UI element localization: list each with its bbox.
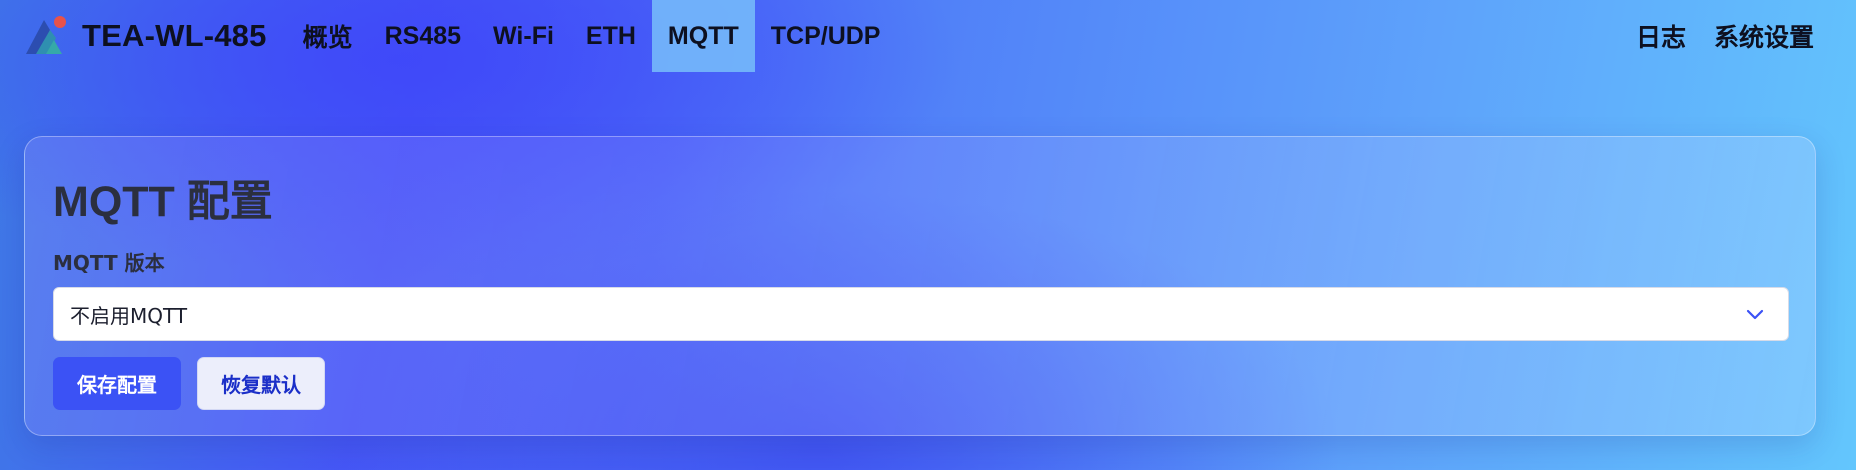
chevron-down-icon xyxy=(1746,309,1764,320)
nav-item-mqtt[interactable]: MQTT xyxy=(651,0,755,72)
save-config-button[interactable]: 保存配置 xyxy=(53,357,181,410)
nav-item-rs485[interactable]: RS485 xyxy=(369,0,477,72)
nav-item-label: TCP/UDP xyxy=(770,21,881,50)
nav-item-eth[interactable]: ETH xyxy=(570,0,652,72)
mqtt-version-select[interactable]: 不启用MQTT xyxy=(53,287,1789,341)
top-navbar: TEA-WL-485 概览 RS485 Wi-Fi ETH MQTT TCP/U… xyxy=(0,0,1856,72)
nav-item-overview[interactable]: 概览 xyxy=(287,0,369,72)
nav-item-label: 概览 xyxy=(302,24,353,52)
brand-name: TEA-WL-485 xyxy=(82,18,267,53)
nav-item-label: 系统设置 xyxy=(1713,24,1814,52)
restore-default-button[interactable]: 恢复默认 xyxy=(197,357,325,410)
nav-item-label: RS485 xyxy=(384,21,462,50)
mqtt-version-selected-value: 不启用MQTT xyxy=(70,303,188,328)
brand[interactable]: TEA-WL-485 xyxy=(24,0,267,72)
nav-item-label: 日志 xyxy=(1635,24,1686,52)
nav-item-wifi[interactable]: Wi-Fi xyxy=(477,0,570,72)
nav-item-label: ETH xyxy=(585,21,636,50)
nav-item-label: MQTT xyxy=(667,21,739,50)
nav-item-tcp-udp[interactable]: TCP/UDP xyxy=(755,0,897,72)
mqtt-config-card: MQTT 配置 MQTT 版本 不启用MQTT 保存配置 恢复默认 xyxy=(24,136,1816,436)
brand-logo-icon xyxy=(26,16,66,54)
nav-item-label: Wi-Fi xyxy=(493,21,554,50)
mqtt-version-label: MQTT 版本 xyxy=(53,251,165,275)
nav-item-logs[interactable]: 日志 xyxy=(1622,0,1700,72)
nav-right-group: 日志 系统设置 xyxy=(1622,0,1828,72)
nav-item-system-settings[interactable]: 系统设置 xyxy=(1700,0,1828,72)
page-title: MQTT 配置 xyxy=(53,178,273,226)
